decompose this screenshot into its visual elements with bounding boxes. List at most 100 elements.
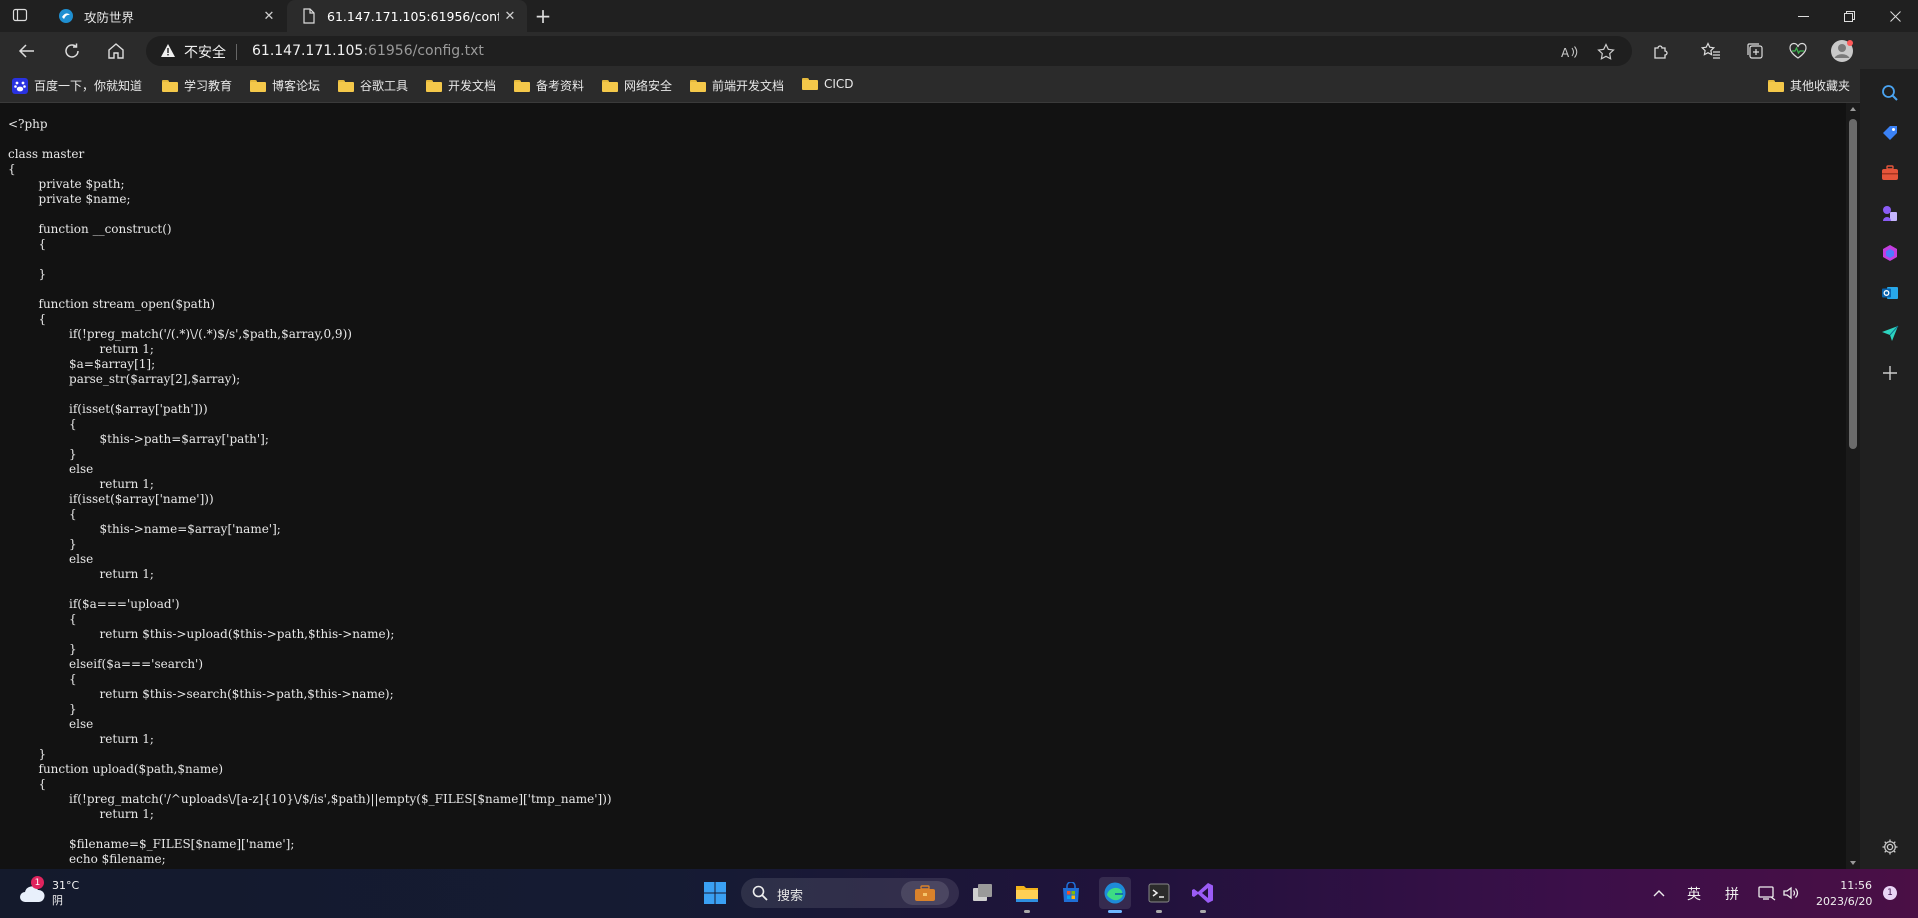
folder-icon	[602, 79, 618, 92]
system-clock[interactable]: 11:56 2023/6/20	[1816, 878, 1872, 910]
bookmark-label: 备考资料	[536, 79, 585, 93]
task-view-icon[interactable]	[967, 877, 999, 909]
running-indicator	[1156, 910, 1162, 913]
vertical-scrollbar[interactable]	[1846, 103, 1860, 869]
tab-title: 61.147.171.105:61956/config.txt	[327, 8, 499, 24]
site-info-button[interactable]: 不安全	[160, 42, 237, 62]
php-source-text: <?php class master { private $path; priv…	[8, 117, 612, 866]
tools-briefcase-icon[interactable]	[1879, 162, 1901, 184]
running-indicator	[1024, 910, 1030, 913]
bookmark-label: 其他收藏夹	[1790, 79, 1851, 93]
bookmark-folder[interactable]: 网络安全	[602, 77, 672, 94]
weather-widget[interactable]: 1 31°C 阴	[18, 876, 80, 908]
bookmark-label: 前端开发文档	[712, 79, 785, 93]
minimize-icon[interactable]	[1780, 0, 1826, 32]
back-arrow-icon[interactable]	[14, 38, 40, 64]
bookmark-folder[interactable]: 备考资料	[514, 77, 584, 94]
scroll-down-arrow-icon[interactable]	[1850, 861, 1856, 865]
weather-condition: 阴	[52, 894, 63, 907]
taskbar-search-box[interactable]: 搜索	[741, 878, 959, 908]
input-language-indicator[interactable]: 英	[1687, 884, 1701, 904]
running-indicator	[1200, 910, 1206, 913]
tab-gongfang[interactable]: 攻防世界 ✕	[44, 0, 286, 32]
microsoft-365-icon[interactable]	[1879, 242, 1901, 264]
bookmark-label: 博客论坛	[272, 79, 321, 93]
close-window-icon[interactable]	[1872, 0, 1918, 32]
edge-browser-icon[interactable]	[1099, 877, 1131, 913]
tab-actions-icon[interactable]	[12, 7, 28, 23]
show-hidden-icons-chevron-up-icon[interactable]	[1647, 877, 1671, 909]
cloud-weather-icon: 1	[18, 876, 46, 904]
folder-icon	[426, 79, 442, 92]
file-explorer-icon[interactable]	[1011, 877, 1043, 913]
site-favicon-icon	[58, 8, 74, 24]
notification-count-badge[interactable]: 1	[1883, 886, 1897, 900]
sidebar-settings-gear-icon[interactable]	[1879, 836, 1901, 858]
bookmark-label: 谷歌工具	[360, 79, 409, 93]
search-highlight-briefcase-icon	[901, 881, 949, 905]
bookmark-label: 学习教育	[184, 79, 233, 93]
restore-icon[interactable]	[1826, 0, 1872, 32]
tab-strip: 攻防世界 ✕ 61.147.171.105:61956/config.txt ✕…	[0, 0, 1918, 32]
bookmark-folder[interactable]: 谷歌工具	[338, 77, 408, 94]
folder-icon	[162, 79, 178, 92]
clock-date: 2023/6/20	[1816, 895, 1873, 908]
bookmark-folder[interactable]: 开发文档	[426, 77, 496, 94]
url-text[interactable]: 61.147.171.105:61956/config.txt	[252, 43, 484, 59]
bookmark-folder[interactable]: 学习教育	[162, 77, 232, 94]
bookmark-folder[interactable]: CICD	[802, 77, 854, 91]
close-tab-icon[interactable]: ✕	[499, 5, 521, 27]
bookmark-label: CICD	[824, 77, 854, 91]
network-icon[interactable]	[1756, 877, 1778, 909]
folder-icon	[802, 78, 818, 90]
url-host: 61.147.171.105	[252, 43, 364, 59]
edge-sidebar	[1860, 69, 1918, 869]
bookmark-folder[interactable]: 前端开发文档	[690, 77, 784, 94]
favorite-star-icon[interactable]	[1596, 42, 1616, 62]
address-divider	[236, 44, 237, 60]
address-bar[interactable]: 不安全 61.147.171.105:61956/config.txt A	[146, 36, 1632, 66]
home-icon[interactable]	[103, 38, 129, 64]
read-aloud-icon[interactable]: A	[1560, 42, 1580, 62]
volume-speaker-icon[interactable]	[1780, 877, 1802, 909]
collections-icon[interactable]	[1743, 39, 1767, 63]
start-windows-icon[interactable]	[699, 877, 731, 909]
bookmark-label: 网络安全	[624, 79, 673, 93]
weather-temperature: 31°C	[52, 879, 80, 892]
extensions-puzzle-icon[interactable]	[1649, 39, 1673, 63]
add-sidebar-app-plus-icon[interactable]	[1879, 362, 1901, 384]
visual-studio-icon[interactable]	[1187, 877, 1219, 913]
ime-mode-indicator[interactable]: 拼	[1725, 884, 1739, 904]
refresh-icon[interactable]	[59, 38, 85, 64]
folder-icon	[250, 79, 266, 92]
bookmark-label: 开发文档	[448, 79, 497, 93]
clock-time: 11:56	[1840, 879, 1872, 892]
games-icon[interactable]	[1879, 202, 1901, 224]
bookmark-baidu[interactable]: 百度一下，你就知道	[12, 77, 142, 94]
tab-title: 攻防世界	[84, 9, 135, 25]
folder-icon	[690, 79, 706, 92]
baidu-icon	[12, 77, 28, 94]
profile-avatar-icon[interactable]	[1830, 39, 1854, 63]
scroll-up-arrow-icon[interactable]	[1850, 107, 1856, 111]
send-drop-icon[interactable]	[1879, 322, 1901, 344]
svg-text:A: A	[1561, 46, 1570, 59]
search-icon[interactable]	[1879, 82, 1901, 104]
browser-essentials-icon[interactable]	[1786, 39, 1810, 63]
other-favorites-folder[interactable]: 其他收藏夹	[1768, 77, 1850, 94]
scroll-thumb[interactable]	[1849, 119, 1857, 449]
microsoft-store-icon[interactable]	[1055, 877, 1087, 909]
terminal-icon[interactable]	[1143, 877, 1175, 913]
url-path: :61956/config.txt	[363, 43, 484, 59]
folder-icon	[514, 79, 530, 92]
document-icon	[301, 8, 317, 24]
close-tab-icon[interactable]: ✕	[258, 5, 280, 27]
new-tab-plus-icon[interactable]: +	[532, 4, 554, 28]
tab-config-txt[interactable]: 61.147.171.105:61956/config.txt ✕	[287, 0, 527, 32]
shopping-tag-icon[interactable]	[1879, 122, 1901, 144]
outlook-icon[interactable]	[1879, 282, 1901, 304]
favorites-list-icon[interactable]	[1699, 39, 1723, 63]
bookmark-label: 百度一下，你就知道	[34, 79, 143, 93]
page-content: <?php class master { private $path; priv…	[0, 103, 1846, 869]
bookmark-folder[interactable]: 博客论坛	[250, 77, 320, 94]
